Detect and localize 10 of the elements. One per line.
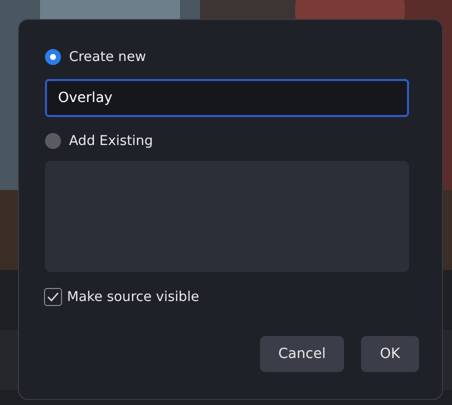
check-icon bbox=[47, 292, 59, 302]
name-input-field[interactable]: Overlay bbox=[45, 79, 409, 117]
radio-label: Add Existing bbox=[69, 133, 153, 149]
cancel-button[interactable]: Cancel bbox=[260, 336, 344, 372]
checkbox[interactable] bbox=[44, 288, 62, 306]
radio-button[interactable] bbox=[45, 133, 61, 149]
ok-button[interactable]: OK bbox=[361, 336, 419, 372]
checkbox-label: Make source visible bbox=[67, 289, 200, 305]
radio-label: Create new bbox=[69, 49, 146, 65]
radio-button[interactable] bbox=[45, 49, 61, 65]
